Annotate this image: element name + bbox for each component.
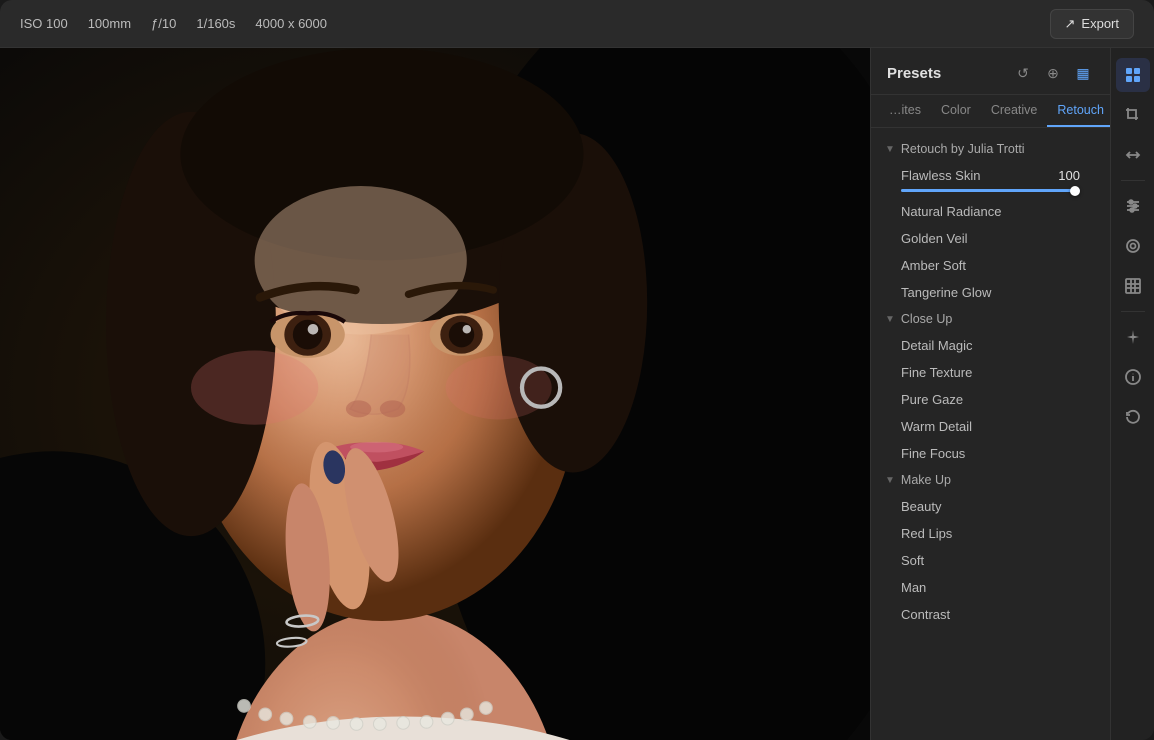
preset-detail-magic[interactable]: Detail Magic xyxy=(877,332,1104,359)
section-arrow-closeup: ▼ xyxy=(885,314,895,325)
preset-contrast[interactable]: Contrast xyxy=(877,601,1104,628)
preset-fine-texture-label: Fine Texture xyxy=(901,365,972,380)
preset-red-lips-label: Red Lips xyxy=(901,526,952,541)
tab-retouch[interactable]: Retouch xyxy=(1047,95,1110,127)
photo-svg xyxy=(0,48,870,740)
preset-amber-soft-label: Amber Soft xyxy=(901,258,966,273)
crop-tool-icon[interactable] xyxy=(1116,98,1150,132)
iso-value: ISO 100 xyxy=(20,16,68,31)
presets-panel: Presets ↺ ⊕ ▦ …ites Color Creative Retou… xyxy=(870,48,1110,740)
history-tool-icon[interactable] xyxy=(1116,400,1150,434)
photo-area xyxy=(0,48,870,740)
add-preset-icon[interactable]: ⊕ xyxy=(1042,62,1064,84)
flawless-slider-thumb[interactable] xyxy=(1070,186,1080,196)
tab-favorites[interactable]: …ites xyxy=(879,95,931,127)
top-bar: ISO 100 100mm ƒ/10 1/160s 4000 x 6000 ↗ … xyxy=(0,0,1154,48)
export-button[interactable]: ↗ Export xyxy=(1050,9,1134,39)
focal-length: 100mm xyxy=(88,16,131,31)
shutter-speed: 1/160s xyxy=(196,16,235,31)
photo-canvas xyxy=(0,48,870,740)
sparkle-tool-icon[interactable] xyxy=(1116,320,1150,354)
main-content: Presets ↺ ⊕ ▦ …ites Color Creative Retou… xyxy=(0,48,1154,740)
presets-tabs: …ites Color Creative Retouch External xyxy=(871,95,1110,128)
preset-tangerine-glow[interactable]: Tangerine Glow xyxy=(877,279,1104,306)
section-close-up[interactable]: ▼ Close Up xyxy=(871,306,1110,332)
preset-beauty[interactable]: Beauty xyxy=(877,493,1104,520)
preset-amber-soft[interactable]: Amber Soft xyxy=(877,252,1104,279)
resolution: 4000 x 6000 xyxy=(255,16,327,31)
presets-content: Presets ↺ ⊕ ▦ …ites Color Creative Retou… xyxy=(871,48,1110,740)
preset-contrast-label: Contrast xyxy=(901,607,950,622)
presets-header-actions: ↺ ⊕ ▦ xyxy=(1012,62,1094,84)
undo-icon[interactable]: ↺ xyxy=(1012,62,1034,84)
right-toolbar xyxy=(1110,48,1154,740)
section-arrow-julia: ▼ xyxy=(885,144,895,155)
preset-pure-gaze[interactable]: Pure Gaze xyxy=(877,386,1104,413)
preset-golden-veil-label: Golden Veil xyxy=(901,231,968,246)
section-make-up[interactable]: ▼ Make Up xyxy=(871,467,1110,493)
preset-soft[interactable]: Soft xyxy=(877,547,1104,574)
export-icon: ↗ xyxy=(1065,16,1076,32)
section-makeup-label: Make Up xyxy=(901,473,951,487)
preset-golden-veil[interactable]: Golden Veil xyxy=(877,225,1104,252)
preset-fine-focus-label: Fine Focus xyxy=(901,446,965,461)
preset-fine-focus[interactable]: Fine Focus xyxy=(877,440,1104,467)
preset-man[interactable]: Man xyxy=(877,574,1104,601)
tab-creative[interactable]: Creative xyxy=(981,95,1048,127)
export-label: Export xyxy=(1081,16,1119,31)
view-toggle-icon[interactable]: ▦ xyxy=(1072,62,1094,84)
grid-tool-icon[interactable] xyxy=(1116,269,1150,303)
toolbar-divider-2 xyxy=(1121,311,1145,312)
section-retouch-julia[interactable]: ▼ Retouch by Julia Trotti xyxy=(871,136,1110,162)
section-closeup-label: Close Up xyxy=(901,312,952,326)
preset-flawless-value: 100 xyxy=(1058,168,1080,183)
preset-flawless-row: Flawless Skin 100 xyxy=(901,168,1080,183)
preset-beauty-label: Beauty xyxy=(901,499,941,514)
preset-pure-gaze-label: Pure Gaze xyxy=(901,392,963,407)
toolbar-divider-1 xyxy=(1121,180,1145,181)
aperture: ƒ/10 xyxy=(151,16,176,31)
presets-tool-icon[interactable] xyxy=(1116,58,1150,92)
info-tool-icon[interactable] xyxy=(1116,360,1150,394)
presets-title: Presets xyxy=(887,65,941,82)
preset-natural-radiance[interactable]: Natural Radiance xyxy=(877,198,1104,225)
section-arrow-makeup: ▼ xyxy=(885,475,895,486)
flip-tool-icon[interactable] xyxy=(1116,138,1150,172)
adjust-tool-icon[interactable] xyxy=(1116,189,1150,223)
preset-warm-detail[interactable]: Warm Detail xyxy=(877,413,1104,440)
preset-tangerine-glow-label: Tangerine Glow xyxy=(901,285,991,300)
app-container: ISO 100 100mm ƒ/10 1/160s 4000 x 6000 ↗ … xyxy=(0,0,1154,740)
tab-color[interactable]: Color xyxy=(931,95,981,127)
preset-flawless-skin[interactable]: Flawless Skin 100 xyxy=(877,162,1104,198)
flawless-slider-track[interactable] xyxy=(901,189,1080,192)
preset-red-lips[interactable]: Red Lips xyxy=(877,520,1104,547)
presets-list: ▼ Retouch by Julia Trotti Flawless Skin … xyxy=(871,128,1110,740)
preset-fine-texture[interactable]: Fine Texture xyxy=(877,359,1104,386)
healing-tool-icon[interactable] xyxy=(1116,229,1150,263)
preset-warm-detail-label: Warm Detail xyxy=(901,419,972,434)
preset-soft-label: Soft xyxy=(901,553,924,568)
preset-detail-magic-label: Detail Magic xyxy=(901,338,973,353)
presets-header: Presets ↺ ⊕ ▦ xyxy=(871,48,1110,95)
flawless-slider-fill xyxy=(901,189,1080,192)
photo-metadata: ISO 100 100mm ƒ/10 1/160s 4000 x 6000 xyxy=(20,16,327,31)
preset-flawless-label: Flawless Skin xyxy=(901,168,980,183)
preset-natural-radiance-label: Natural Radiance xyxy=(901,204,1001,219)
section-julia-label: Retouch by Julia Trotti xyxy=(901,142,1025,156)
preset-man-label: Man xyxy=(901,580,926,595)
